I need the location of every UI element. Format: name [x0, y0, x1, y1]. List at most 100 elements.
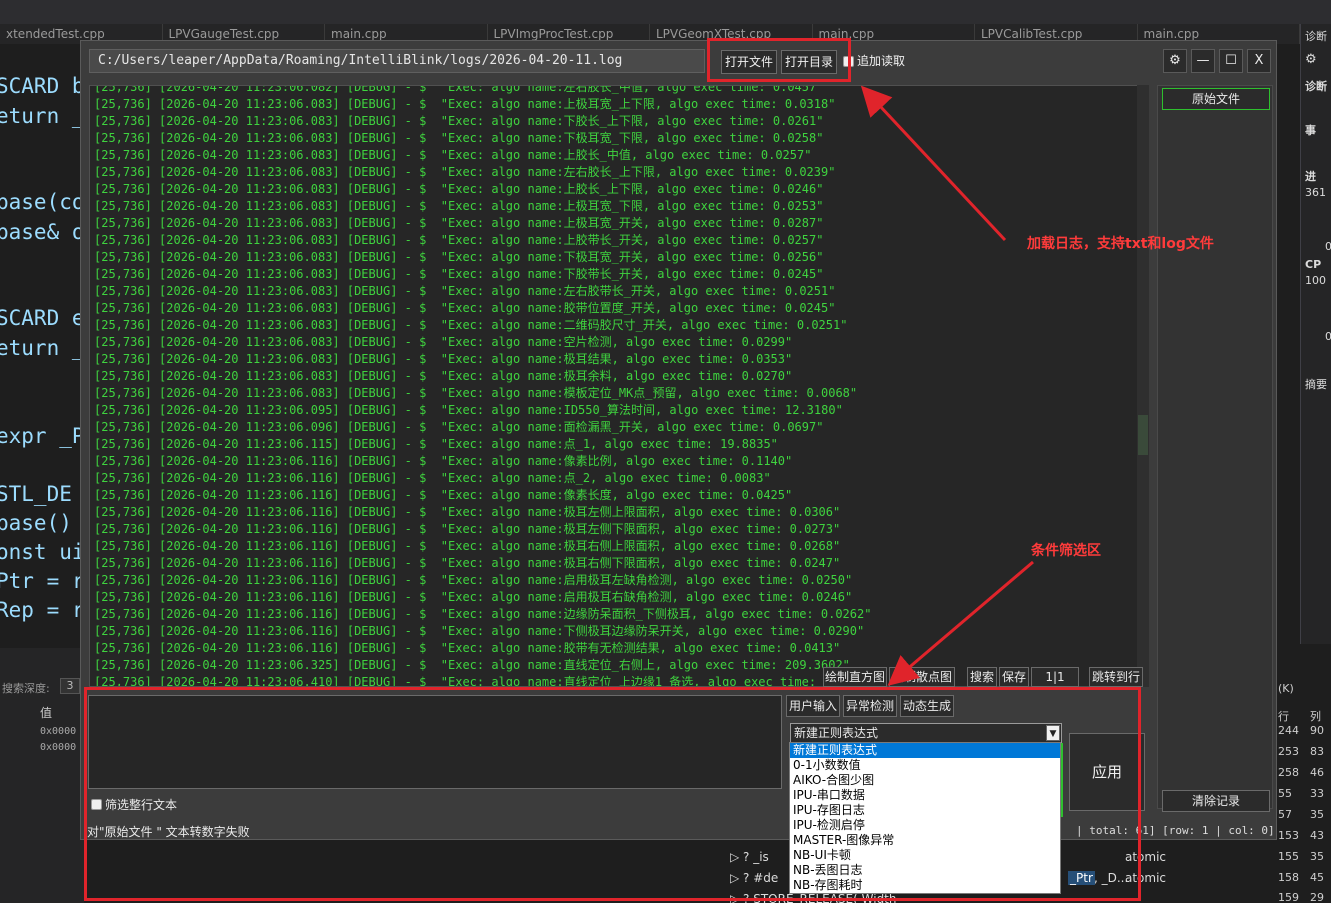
log-line: [25,736] [2026-04-20 11:23:06.116] [DEBU… [94, 624, 865, 638]
diag-cpu: CP [1305, 258, 1322, 271]
original-file-item[interactable]: 原始文件 [1162, 88, 1270, 110]
draw-histogram-button[interactable]: 绘制直方图 [823, 667, 887, 687]
gear-icon[interactable]: ⚙ [1305, 52, 1331, 67]
search-depth-field[interactable]: 3 [60, 678, 80, 694]
col-number: 90 [1310, 724, 1324, 737]
code-line: onst ui [0, 540, 80, 564]
page-number-field[interactable]: 1|1 [1031, 667, 1079, 687]
log-line: [25,736] [2026-04-20 11:23:06.083] [DEBU… [94, 369, 793, 383]
diag-tab[interactable]: 诊断 [1305, 28, 1331, 44]
log-scrollbar[interactable] [1137, 85, 1149, 687]
log-line: [25,736] [2026-04-20 11:23:06.083] [DEBU… [94, 216, 824, 230]
log-line: [25,736] [2026-04-20 11:23:06.116] [DEBU… [94, 607, 872, 621]
code-line: SCARD e [0, 306, 80, 330]
diag-value: 0 [1325, 330, 1331, 343]
goto-line-button[interactable]: 跳转到行 [1089, 667, 1143, 687]
log-line: [25,736] [2026-04-20 11:23:06.083] [DEBU… [94, 97, 836, 111]
col-number: 35 [1310, 808, 1324, 821]
file-list-panel[interactable]: 原始文件 清除记录 [1157, 85, 1273, 812]
code-line: SCARD b [0, 74, 80, 98]
ide-top-bar [0, 0, 1331, 24]
log-line: [25,736] [2026-04-20 11:23:06.083] [DEBU… [94, 284, 836, 298]
close-button[interactable]: X [1247, 49, 1271, 73]
code-line: expr _P [0, 424, 80, 448]
row-number: 153 [1278, 829, 1299, 842]
code-line: base& o [0, 220, 80, 244]
log-line: [25,736] [2026-04-20 11:23:06.083] [DEBU… [94, 114, 824, 128]
log-line: [25,736] [2026-04-20 11:23:06.083] [DEBU… [94, 301, 836, 315]
log-line: [25,736] [2026-04-20 11:23:06.115] [DEBU… [94, 437, 778, 451]
row-number: 55 [1278, 787, 1292, 800]
log-scroll-thumb[interactable] [1138, 415, 1148, 455]
log-line: [25,736] [2026-04-20 11:23:06.083] [DEBU… [94, 148, 812, 162]
log-line: [25,736] [2026-04-20 11:23:06.096] [DEBU… [94, 420, 824, 434]
minimize-button[interactable]: — [1191, 49, 1215, 73]
append-read-label: 追加读取 [857, 54, 906, 68]
keyword-label: (K) [1278, 682, 1294, 695]
row-number: 258 [1278, 766, 1299, 779]
log-line: [25,736] [2026-04-20 11:23:06.083] [DEBU… [94, 267, 824, 281]
col-number: 29 [1310, 891, 1324, 903]
annotation-box-file-buttons [707, 38, 851, 82]
log-line: [25,736] [2026-04-20 11:23:06.116] [DEBU… [94, 471, 771, 485]
log-line: [25,736] [2026-04-20 11:23:06.083] [DEBU… [94, 386, 858, 400]
diag-events: 事 [1305, 124, 1316, 137]
col-number: 43 [1310, 829, 1324, 842]
log-line: [25,736] [2026-04-20 11:23:06.116] [DEBU… [94, 454, 793, 468]
log-line: [25,736] [2026-04-20 11:23:06.116] [DEBU… [94, 522, 841, 536]
log-line: [25,736] [2026-04-20 11:23:06.083] [DEBU… [94, 233, 824, 247]
log-line: [25,736] [2026-04-20 11:23:06.083] [DEBU… [94, 352, 793, 366]
log-line: [25,736] [2026-04-20 11:23:06.082] [DEBU… [94, 85, 824, 94]
col-number: 46 [1310, 766, 1324, 779]
annotation-load-log: 加载日志，支持txt和log文件 [1027, 236, 1214, 252]
diag-process: 进 [1305, 170, 1316, 183]
log-line: [25,736] [2026-04-20 11:23:06.116] [DEBU… [94, 505, 841, 519]
log-line: [25,736] [2026-04-20 11:23:06.083] [DEBU… [94, 199, 824, 213]
save-button[interactable]: 保存 [999, 667, 1029, 687]
ide-diagnostics-panel: 诊断 ⚙ 诊断 事 进 361 0 CP 100 0 摘要 [1300, 24, 1331, 644]
diag-value: 361 [1305, 186, 1326, 199]
row-column-header: 行 [1278, 710, 1289, 723]
log-line: [25,736] [2026-04-20 11:23:06.083] [DEBU… [94, 335, 793, 349]
annotation-filter-area: 条件筛选区 [1031, 543, 1101, 559]
log-line: [25,736] [2026-04-20 11:23:06.325] [DEBU… [94, 658, 850, 672]
maximize-button[interactable]: ☐ [1219, 49, 1243, 73]
log-text-area[interactable]: [25,736] [2026-04-20 11:23:06.082] [DEBU… [89, 85, 1147, 687]
diag-summary-tab[interactable]: 摘要 [1305, 376, 1331, 392]
code-line: base(co [0, 190, 80, 214]
log-path-field[interactable]: C:/Users/leaper/AppData/Roaming/IntelliB… [89, 49, 705, 73]
search-button[interactable]: 搜索 [967, 667, 997, 687]
settings-gear-icon[interactable]: ⚙ [1163, 49, 1187, 73]
search-depth-label: 搜索深度: [2, 682, 50, 695]
ide-code-editor: SCARD b eturn _ base(co base& o SCARD e … [0, 44, 80, 644]
draw-scatter-button[interactable]: 绘制散点图 [889, 667, 955, 687]
hex-value: 0x0000 [40, 742, 77, 753]
hex-value: 0x0000 [40, 726, 77, 737]
row-number: 158 [1278, 871, 1299, 884]
row-number: 253 [1278, 745, 1299, 758]
log-line: [25,736] [2026-04-20 11:23:06.083] [DEBU… [94, 318, 848, 332]
col-column-header: 列 [1310, 710, 1321, 723]
clear-records-button[interactable]: 清除记录 [1162, 790, 1270, 812]
row-number: 155 [1278, 850, 1299, 863]
diag-value: 100 [1305, 274, 1326, 287]
log-line: [25,736] [2026-04-20 11:23:06.116] [DEBU… [94, 573, 853, 587]
code-line: eturn _ [0, 104, 80, 128]
col-number: 83 [1310, 745, 1324, 758]
code-line: STL_DE [0, 482, 72, 506]
log-line: [25,736] [2026-04-20 11:23:06.116] [DEBU… [94, 590, 853, 604]
log-line: [25,736] [2026-04-20 11:23:06.083] [DEBU… [94, 182, 824, 196]
ide-locals-panel: 搜索深度: 3 值 0x0000 0x0000 [0, 648, 84, 903]
code-line: base() [0, 511, 72, 535]
col-number: 35 [1310, 850, 1324, 863]
log-line: [25,736] [2026-04-20 11:23:06.083] [DEBU… [94, 250, 824, 264]
log-line: [25,736] [2026-04-20 11:23:06.116] [DEBU… [94, 539, 841, 553]
append-read-checkbox[interactable]: 追加读取 [843, 51, 905, 71]
row-number: 57 [1278, 808, 1292, 821]
value-column-header: 值 [40, 706, 53, 720]
log-line: [25,736] [2026-04-20 11:23:06.083] [DEBU… [94, 131, 824, 145]
log-line: [25,736] [2026-04-20 11:23:06.410] [DEBU… [94, 675, 838, 687]
log-line: [25,736] [2026-04-20 11:23:06.116] [DEBU… [94, 641, 841, 655]
log-line: [25,736] [2026-04-20 11:23:06.083] [DEBU… [94, 165, 836, 179]
diag-value: 0 [1325, 240, 1331, 253]
